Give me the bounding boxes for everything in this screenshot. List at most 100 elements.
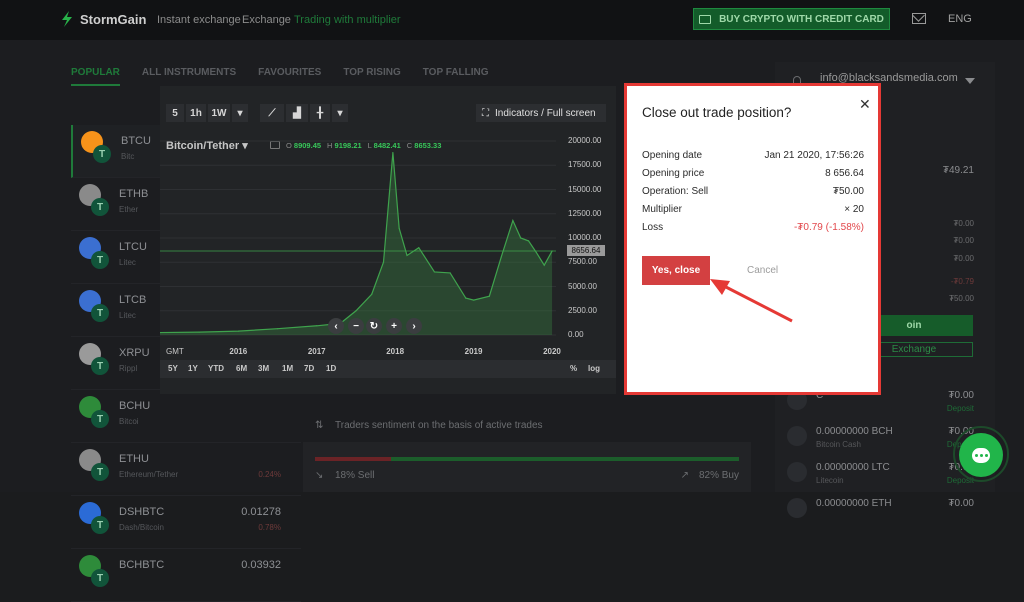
wallet-amount: 0.00000000 BCH xyxy=(816,426,893,437)
price-point xyxy=(198,331,200,333)
top-navigation-bar: StormGain Instant exchange Exchange Trad… xyxy=(0,0,1024,40)
zoom-out-button[interactable]: − xyxy=(348,318,364,334)
buy-crypto-credit-card-button[interactable]: BUY CRYPTO WITH CREDIT CARD xyxy=(693,8,890,30)
wallet-row[interactable]: 0.00000000 ETH ₮0.00 xyxy=(775,492,995,528)
zoom-in-button[interactable]: + xyxy=(386,318,402,334)
range-7d[interactable]: 7D xyxy=(304,364,314,373)
wallet-name: Bitcoin Cash xyxy=(816,440,861,449)
traders-sentiment: ⇅ Traders sentiment on the basis of acti… xyxy=(303,400,751,492)
x-tick-label: 2019 xyxy=(464,347,483,356)
dialog-row-label: Operation: Sell xyxy=(642,186,709,197)
price-point xyxy=(418,247,420,249)
price-point xyxy=(371,293,373,295)
market-tabs: POPULAR ALL INSTRUMENTS FAVOURITES TOP R… xyxy=(71,67,489,86)
scroll-right-button[interactable]: › xyxy=(406,318,422,334)
tab-all-instruments[interactable]: ALL INSTRUMENTS xyxy=(142,67,236,86)
nav-instant-exchange[interactable]: Instant exchange xyxy=(157,14,241,26)
tab-popular[interactable]: POPULAR xyxy=(71,67,120,86)
nav-trading-with-multiplier[interactable]: Trading with multiplier xyxy=(294,14,401,26)
instrument-symbol: DSHBTC xyxy=(119,506,165,518)
x-tick-label: 2016 xyxy=(229,347,248,356)
timeframe-1w[interactable]: 1W xyxy=(208,104,230,122)
range-ytd[interactable]: YTD xyxy=(208,364,224,373)
account-value-5: ₮50.00 xyxy=(949,294,974,303)
deposit-link[interactable]: Deposit xyxy=(947,404,974,413)
instrument-price: 0.01278 xyxy=(241,506,281,518)
chat-icon xyxy=(972,447,990,463)
x-tick-label: 2017 xyxy=(307,347,326,356)
instrument-symbol: ETHB xyxy=(119,188,149,200)
tether-icon: T xyxy=(91,251,109,269)
instrument-symbol: ETHU xyxy=(119,453,149,465)
wallet-coin-icon xyxy=(787,426,807,446)
stormgain-logo-icon xyxy=(62,11,72,27)
price-point xyxy=(392,152,394,154)
price-point xyxy=(512,219,514,222)
price-point xyxy=(488,295,490,297)
nav-exchange[interactable]: Exchange xyxy=(242,14,291,26)
tether-icon: T xyxy=(93,145,111,163)
instrument-symbol: BTCU xyxy=(121,135,151,147)
tab-top-rising[interactable]: TOP RISING xyxy=(343,67,400,86)
wallet-amount: 0.00000000 LTC xyxy=(816,462,890,473)
mail-icon[interactable] xyxy=(912,13,926,24)
timeframe-1h[interactable]: 1h xyxy=(186,104,206,122)
y-tick-label: 10000.00 xyxy=(568,233,602,242)
timeframe-dropdown-icon[interactable]: ▾ xyxy=(232,104,248,122)
chat-button[interactable] xyxy=(959,433,1003,477)
wallet-name: Litecoin xyxy=(816,476,844,485)
instrument-price: 0.03932 xyxy=(241,559,281,571)
instrument-name: Bitc xyxy=(121,152,135,161)
language-selector[interactable]: ENG xyxy=(948,13,972,25)
price-point xyxy=(355,310,357,312)
tab-top-falling[interactable]: TOP FALLING xyxy=(423,67,489,86)
price-point xyxy=(520,237,522,239)
range-1d[interactable]: 1D xyxy=(326,364,336,373)
chart-type-dropdown-icon[interactable]: ▾ xyxy=(332,104,348,122)
line-chart-icon[interactable]: ⟋ xyxy=(260,104,284,122)
range-1m[interactable]: 1M xyxy=(282,364,293,373)
gmt-label: GMT xyxy=(166,347,184,356)
range-6m[interactable]: 6M xyxy=(236,364,247,373)
account-value-2: ₮0.00 xyxy=(953,236,974,245)
account-balance: ₮49.21 xyxy=(942,165,974,176)
price-point xyxy=(406,254,408,257)
log-scale-toggle[interactable]: log xyxy=(588,364,600,373)
range-bar: 5Y 1Y YTD 6M 3M 1M 7D 1D % log xyxy=(160,360,616,378)
dialog-row-value: × 20 xyxy=(844,204,864,215)
instrument-name: Litec xyxy=(119,311,136,320)
scroll-left-button[interactable]: ‹ xyxy=(328,318,344,334)
fullscreen-icon: ⛶ xyxy=(482,107,489,119)
timeframe-5[interactable]: 5 xyxy=(166,104,184,122)
price-point xyxy=(465,297,467,299)
sentiment-buy-label: 82% Buy xyxy=(698,470,739,481)
range-1y[interactable]: 1Y xyxy=(188,364,198,373)
brand-logo[interactable]: StormGain xyxy=(60,11,146,27)
price-chart-plot[interactable] xyxy=(160,131,560,341)
dialog-row-label: Loss xyxy=(642,222,664,233)
instrument-row[interactable]: T ETHU Ethereum/Tether 0.24% xyxy=(71,443,301,496)
candlestick-icon[interactable]: ╂ xyxy=(310,104,330,122)
dialog-row-value: Jan 21 2020, 17:56:26 xyxy=(764,150,864,161)
range-5y[interactable]: 5Y xyxy=(168,364,178,373)
tab-favourites[interactable]: FAVOURITES xyxy=(258,67,321,86)
annotation-arrow xyxy=(710,279,793,323)
percent-scale-toggle[interactable]: % xyxy=(570,364,577,373)
y-tick-label: 5000.00 xyxy=(568,281,597,291)
price-point xyxy=(543,264,545,266)
range-3m[interactable]: 3M xyxy=(258,364,269,373)
dialog-row-label: Multiplier xyxy=(642,204,683,215)
instrument-row[interactable]: T BCHBTC 0.03932 xyxy=(71,549,301,602)
area-chart-icon[interactable]: ▟ xyxy=(286,104,308,122)
instrument-row[interactable]: T BCHU Bitcoi xyxy=(71,390,301,443)
dialog-title: Close out trade position? xyxy=(642,105,792,120)
close-icon[interactable]: ✕ xyxy=(859,96,871,113)
y-tick-label: 12500.00 xyxy=(568,208,602,218)
reset-button[interactable]: ↻ xyxy=(366,318,382,334)
indicators-fullscreen-label: Indicators / Full screen xyxy=(495,107,596,119)
account-dropdown-icon[interactable] xyxy=(965,78,975,84)
indicators-fullscreen-button[interactable]: ⛶ Indicators / Full screen xyxy=(476,104,606,122)
instrument-row[interactable]: T DSHBTC Dash/Bitcoin 0.01278 0.78% xyxy=(71,496,301,549)
price-point xyxy=(277,328,279,330)
price-area xyxy=(160,152,553,335)
